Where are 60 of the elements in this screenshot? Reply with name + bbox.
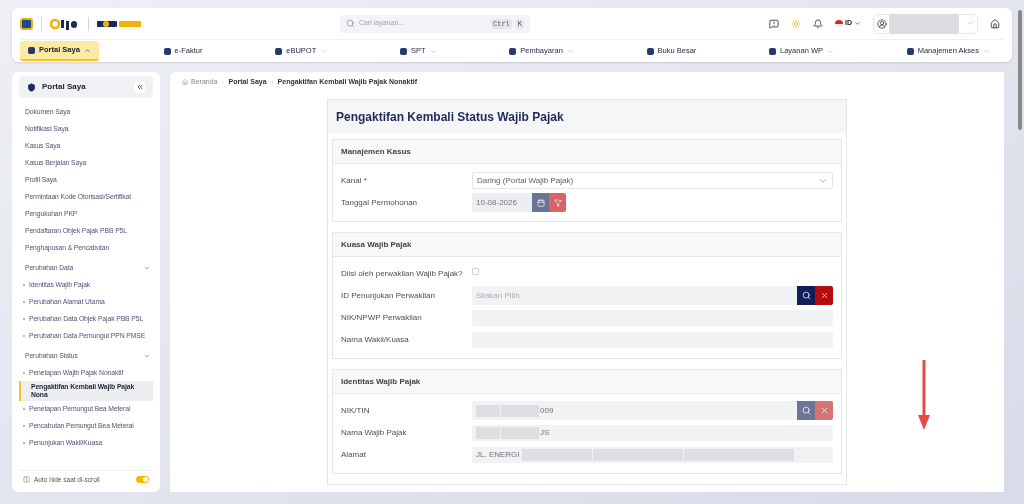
auto-hide-toggle[interactable]: [136, 476, 149, 483]
nav-icon: [769, 47, 777, 55]
search-icon: [801, 406, 811, 415]
nav-icon: [509, 47, 517, 55]
sun-icon[interactable]: [791, 18, 801, 29]
text-field[interactable]: JL. ENERGI: [472, 446, 833, 463]
field-label: Alamat: [341, 448, 367, 461]
chevron-down-icon: [967, 20, 974, 27]
user-icon: [877, 18, 887, 29]
calendar-icon: [536, 198, 545, 207]
kanal-select[interactable]: Daring (Portal Wajib Pajak): [472, 172, 833, 189]
field-label: Diisi oleh perwakilan Wajib Pajak?: [341, 267, 464, 280]
page-scrollbar[interactable]: [1018, 10, 1022, 130]
nav-icon: [163, 47, 171, 55]
nav-icon: [646, 47, 654, 55]
close-icon: [819, 406, 829, 415]
field-label: Tanggal Permohonan: [341, 196, 419, 209]
text-field[interactable]: JS: [472, 424, 833, 441]
chevron-down-icon: [854, 20, 861, 27]
clear-filter-button[interactable]: [549, 193, 566, 212]
checkbox[interactable]: [472, 268, 479, 275]
flag-icon: [835, 19, 843, 28]
field-label: Nama Wajib Pajak: [341, 426, 408, 439]
nav-icon: [906, 47, 914, 55]
feedback-icon[interactable]: [769, 18, 779, 29]
field-label: ID Penunjukan Perwakilan: [341, 289, 436, 302]
close-icon: [819, 291, 829, 300]
field-label: Kanal *: [341, 174, 368, 187]
calendar-button[interactable]: [532, 193, 549, 212]
nav-icon: [28, 46, 35, 54]
emblem-icon: [20, 17, 33, 30]
redacted-block: [889, 13, 959, 34]
search-button[interactable]: [797, 286, 815, 305]
double-chevron-left-icon: [135, 83, 144, 91]
filter-clear-icon: [553, 198, 562, 207]
search-icon: [346, 19, 355, 28]
section-title: Manajemen Kasus: [341, 145, 411, 158]
djp-logo-icon: [50, 17, 80, 30]
shield-icon: [27, 82, 36, 92]
search-icon: [801, 291, 811, 300]
section-title: Identitas Wajib Pajak: [341, 375, 421, 388]
date-field[interactable]: 10-08-2026: [472, 193, 532, 212]
coretax-logo-icon: [97, 18, 141, 29]
clear-button[interactable]: [815, 286, 833, 305]
collapse-button[interactable]: [134, 81, 145, 93]
notification-icon[interactable]: [813, 18, 823, 29]
section-title: Kuasa Wajib Pajak: [341, 238, 412, 251]
redacted-block: [521, 448, 592, 461]
field-label: NIK/TIN: [341, 404, 371, 417]
sidebar-title: Portal Saya: [42, 81, 87, 93]
panel-icon: [23, 476, 30, 483]
down-arrow-icon: [918, 360, 930, 430]
field-label: Nama Wakil/Kuasa: [341, 333, 410, 346]
field-label: NIK/NPWP Perwakilan: [341, 311, 423, 324]
home-icon: [182, 79, 188, 85]
nav-icon: [275, 47, 283, 55]
user-menu[interactable]: [873, 13, 978, 34]
form-title: Pengaktifan Kembali Status Wajib Pajak: [336, 108, 564, 126]
nav-icon: [399, 47, 407, 55]
home-icon[interactable]: [990, 18, 1000, 29]
